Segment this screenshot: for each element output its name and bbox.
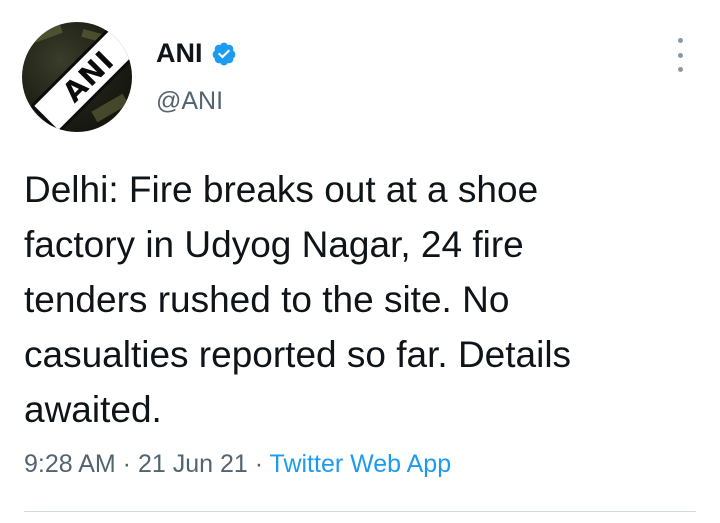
author-name-row: ANI — [156, 38, 237, 69]
tweet-date[interactable]: 21 Jun 21 — [138, 450, 248, 478]
tweet-card: ANI ANI @ANI Delhi: Fire breaks out at a… — [0, 0, 720, 523]
meta-separator: · — [115, 450, 138, 478]
more-vertical-icon[interactable] — [670, 38, 690, 72]
author-display-name[interactable]: ANI — [156, 38, 203, 69]
author-handle[interactable]: @ANI — [156, 87, 223, 116]
tweet-text: Delhi: Fire breaks out at a shoe factory… — [24, 169, 572, 430]
divider — [24, 511, 696, 512]
tweet-source-link[interactable]: Twitter Web App — [270, 450, 452, 478]
verified-badge-icon — [212, 42, 235, 65]
avatar[interactable]: ANI — [22, 22, 132, 132]
avatar-logo-text: ANI — [55, 43, 121, 109]
meta-separator: · — [247, 450, 270, 478]
tweet-time[interactable]: 9:28 AM — [24, 450, 116, 478]
tweet-meta: 9:28 AM · 21 Jun 21 · Twitter Web App — [24, 450, 451, 479]
